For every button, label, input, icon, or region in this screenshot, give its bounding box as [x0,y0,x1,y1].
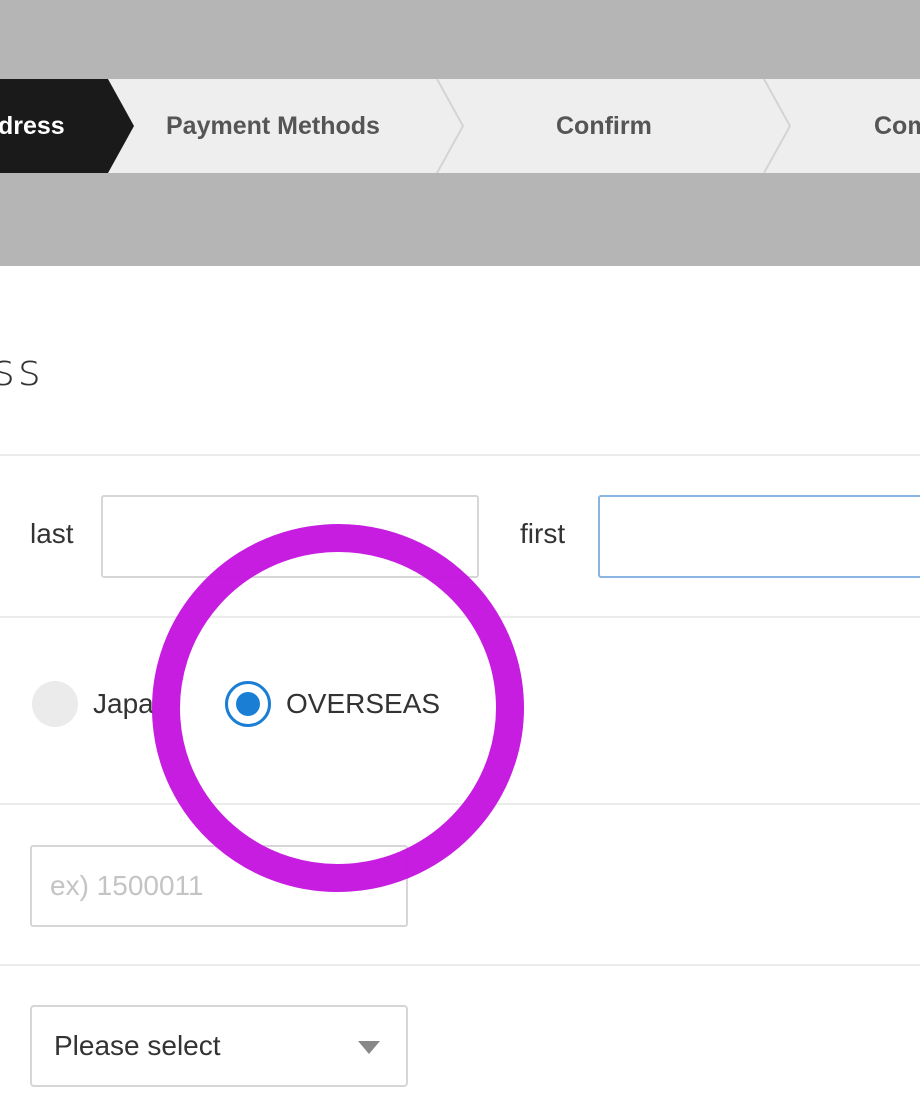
section-divider [0,964,920,966]
last-name-label: last [30,518,74,549]
section-divider [0,616,920,618]
step-separator [763,79,792,173]
radio-japan[interactable] [32,681,78,727]
first-name-label: first [520,518,566,549]
step-shipping-address[interactable]: dress [0,79,65,173]
prefecture-select-value: Please select [54,1030,221,1061]
step-payment-methods[interactable]: Payment Methods [166,79,380,173]
last-name-input[interactable] [101,495,479,578]
checkout-page: dress Payment Methods Confirm Com ss las… [0,0,920,1104]
prefecture-select[interactable]: Please select [30,1005,408,1087]
section-divider [0,454,920,456]
step-complete[interactable]: Com [874,79,920,173]
step-confirm[interactable]: Confirm [556,79,652,173]
postal-code-input[interactable] [30,845,408,927]
radio-japan-label[interactable]: Japa [93,688,154,720]
checkout-stepper: dress Payment Methods Confirm Com [0,79,920,173]
stepper-graphics [0,79,792,173]
chevron-down-icon [358,1041,380,1054]
radio-selected-dot [236,692,260,716]
radio-overseas-label[interactable]: OVERSEAS [286,688,440,720]
step-separator [436,79,465,173]
section-divider [0,803,920,805]
first-name-input[interactable] [598,495,920,578]
radio-overseas[interactable] [225,681,271,727]
page-title: ss [0,345,44,396]
